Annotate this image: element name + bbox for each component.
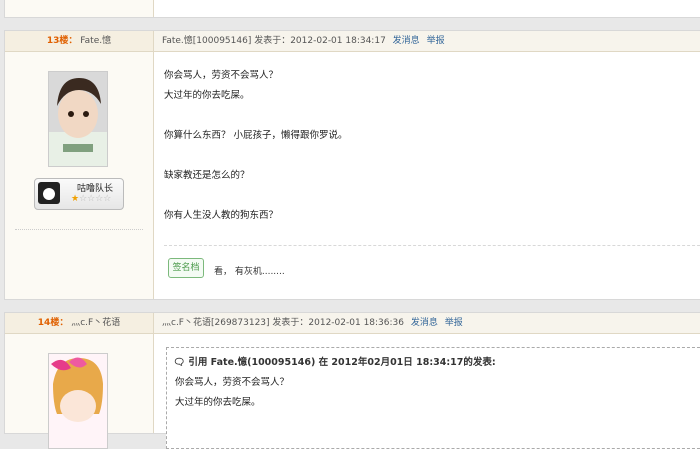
post-13: 13楼： Fate.憶 咕噜队长 ★☆☆☆☆ Fate.憶[100095146]… — [4, 30, 700, 300]
post-line: 大过年的你去吃屎。 — [164, 90, 250, 101]
rank-badge: 咕噜队长 ★☆☆☆☆ — [34, 178, 124, 210]
post-line: 你会骂人，劳资不会骂人？ — [164, 70, 279, 81]
send-message-link[interactable]: 发消息 — [411, 318, 438, 328]
post-13-floor-header: 13楼： Fate.憶 — [5, 31, 153, 52]
divider — [15, 229, 143, 230]
avatar[interactable] — [48, 353, 108, 449]
author-name[interactable]: Fate.憶 — [80, 36, 111, 46]
avatar[interactable] — [48, 71, 108, 167]
quote-line: 大过年的你去吃屎。 — [175, 397, 261, 408]
rank-title: 咕噜队长 — [77, 184, 114, 194]
post-14-content: 灬c.F丶花语[269873123] 发表于：2012-02-01 18:36:… — [154, 313, 700, 449]
send-message-link[interactable]: 发消息 — [393, 36, 420, 46]
signature-separator — [164, 245, 700, 246]
post-14-meta-header: 灬c.F丶花语[269873123] 发表于：2012-02-01 18:36:… — [154, 313, 700, 334]
rank-stars: ★☆☆☆☆ — [71, 194, 112, 204]
previous-post-left — [5, 0, 154, 17]
post-meta: 灬c.F丶花语[269873123] 发表于：2012-02-01 18:36:… — [162, 318, 404, 328]
quote-block: 🗨 引用 Fate.憶(100095146) 在 2012年02月01日 18:… — [166, 347, 700, 449]
previous-post-right — [154, 0, 700, 17]
quote-header: 🗨 引用 Fate.憶(100095146) 在 2012年02月01日 18:… — [173, 354, 496, 368]
floor-number: 13楼： — [46, 36, 78, 46]
post-line: 你算什么东西？ 小屁孩子，懒得跟你罗说。 — [164, 130, 348, 141]
quote-icon: 🗨 — [173, 357, 186, 368]
floor-number: 14楼： — [37, 318, 69, 328]
quote-line: 你会骂人，劳资不会骂人？ — [175, 377, 290, 388]
post-line: 你有人生没人教的狗东西？ — [164, 210, 279, 221]
post-14-author-panel: 14楼： 灬c.F丶花语 — [5, 313, 154, 449]
avatar-image — [49, 72, 107, 166]
qq-penguin-icon — [38, 182, 60, 204]
report-link[interactable]: 举报 — [427, 36, 445, 46]
signature-label-icon: 签名档 — [168, 258, 204, 278]
post-13-content: Fate.憶[100095146] 发表于：2012-02-01 18:34:1… — [154, 31, 700, 299]
post-13-author-panel: 13楼： Fate.憶 咕噜队长 ★☆☆☆☆ — [5, 31, 154, 299]
avatar-image — [49, 354, 107, 448]
report-link[interactable]: 举报 — [445, 318, 463, 328]
author-name[interactable]: 灬c.F丶花语 — [71, 318, 120, 328]
quote-header-text: 引用 Fate.憶(100095146) 在 2012年02月01日 18:34… — [188, 357, 496, 368]
post-line: 缺家教还是怎么的？ — [164, 170, 250, 181]
post-meta: Fate.憶[100095146] 发表于：2012-02-01 18:34:1… — [162, 36, 386, 46]
signature-text: 看， 有灰机........ — [214, 267, 285, 277]
post-14-floor-header: 14楼： 灬c.F丶花语 — [5, 313, 153, 334]
previous-post — [4, 0, 700, 18]
post-13-meta-header: Fate.憶[100095146] 发表于：2012-02-01 18:34:1… — [154, 31, 700, 52]
